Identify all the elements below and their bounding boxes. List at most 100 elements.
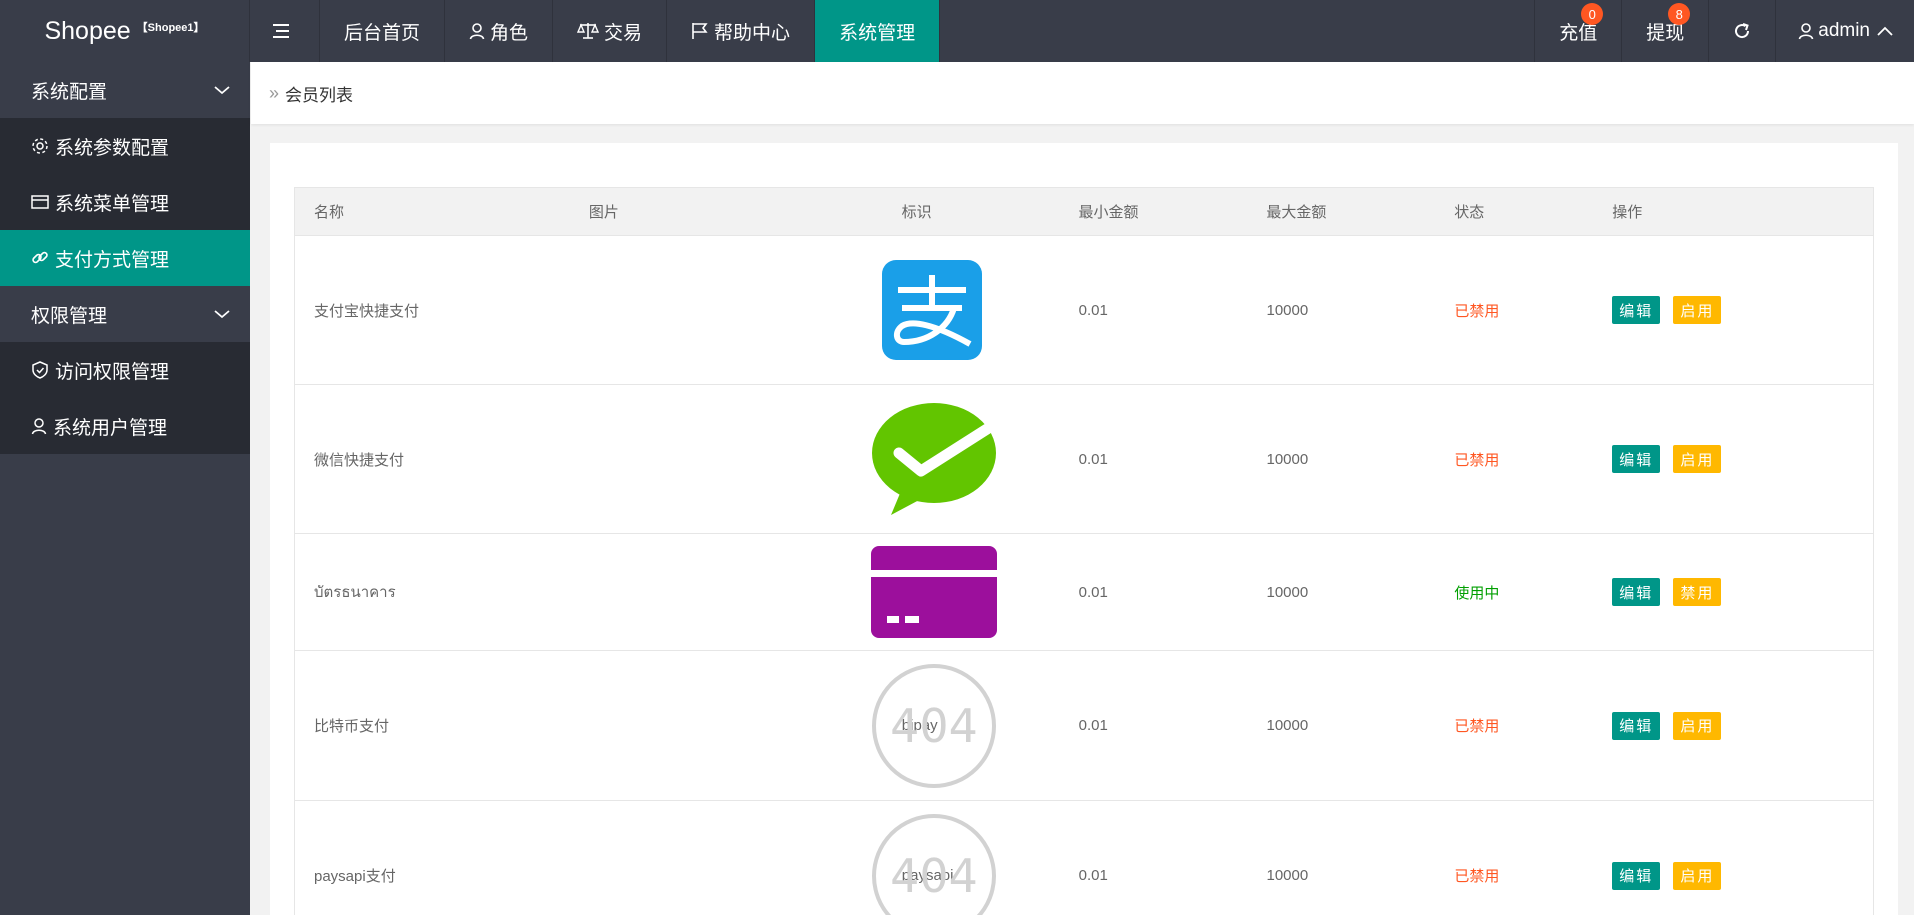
sidebar-item-system-params[interactable]: 系统参数配置 <box>0 118 250 174</box>
edit-button[interactable]: 编辑 <box>1612 578 1661 606</box>
chevron-down-icon <box>214 86 230 95</box>
row-min: 0.01 <box>1078 301 1108 319</box>
sidebar-group-label: 系统配置 <box>31 81 108 103</box>
alipay-icon <box>881 260 982 360</box>
shield-icon <box>32 361 48 379</box>
sidebar-item-menu-management[interactable]: 系统菜单管理 <box>0 174 250 230</box>
row-name: บัตรธนาคาร <box>314 584 396 601</box>
nav-role-label: 角色 <box>490 22 529 44</box>
scale-icon <box>577 23 600 39</box>
withdraw-button[interactable]: 提现 8 <box>1621 0 1708 62</box>
table-row: 支付宝快捷支付 zfb 0.01 10000 已禁用 编辑 启用 <box>295 236 1873 385</box>
row-actions: 编辑 启用 <box>1593 445 1873 473</box>
nav-system[interactable]: 系统管理 <box>815 0 941 62</box>
row-name: 微信快捷支付 <box>314 451 405 469</box>
status-badge: 已禁用 <box>1454 718 1500 735</box>
404-placeholder-icon: 404 <box>871 813 996 915</box>
row-actions: 编辑 启用 <box>1593 861 1873 890</box>
breadcrumb: » 会员列表 <box>251 62 1914 124</box>
refresh-icon <box>1735 23 1750 39</box>
sidebar-item-system-users[interactable]: 系统用户管理 <box>0 398 250 454</box>
edit-button[interactable]: 编辑 <box>1612 861 1661 890</box>
recharge-button[interactable]: 充值 0 <box>1534 0 1621 62</box>
table-row: 微信快捷支付 wx 0.01 10000 已禁用 编辑 启用 <box>295 385 1873 534</box>
nav-help-label: 帮助中心 <box>714 22 791 44</box>
nav-help[interactable]: 帮助中心 <box>667 0 816 62</box>
wechat-icon <box>871 403 996 515</box>
row-name: 支付宝快捷支付 <box>314 302 420 320</box>
nav-home-label: 后台首页 <box>344 22 421 44</box>
nav-role[interactable]: 角色 <box>445 0 554 62</box>
chevron-down-icon <box>214 310 230 319</box>
withdraw-badge: 8 <box>1668 3 1691 25</box>
sidebar-item-label: 支付方式管理 <box>55 249 170 271</box>
brand-tag: 【Shopee1】 <box>136 22 205 34</box>
card-icon <box>870 546 997 638</box>
top-right-nav: 充值 0 提现 8 admin <box>1534 0 1914 62</box>
flag-icon <box>692 23 708 39</box>
recharge-badge: 0 <box>1581 3 1604 25</box>
column-header-max: 最大金额 <box>1266 204 1327 221</box>
nav-home[interactable]: 后台首页 <box>320 0 446 62</box>
column-header-image: 图片 <box>588 204 619 221</box>
row-image: 404 <box>570 813 996 915</box>
column-header-actions: 操作 <box>1612 204 1643 221</box>
placeholder-text: 404 <box>890 849 978 903</box>
row-max: 10000 <box>1266 583 1309 601</box>
gear-icon <box>32 138 48 154</box>
enable-button[interactable]: 启用 <box>1673 711 1722 740</box>
user-icon <box>469 23 485 40</box>
column-header-name: 名称 <box>314 204 345 221</box>
logo[interactable]: Shopee 【Shopee1】 <box>0 0 250 62</box>
nav-system-label: 系统管理 <box>839 22 916 44</box>
row-image <box>570 260 982 360</box>
sidebar-item-label: 系统参数配置 <box>55 137 170 159</box>
table-row: 比特币支付 404 bipay 0.01 10000 已禁用 编辑 启用 <box>295 651 1873 801</box>
sidebar-item-label: 访问权限管理 <box>55 361 170 383</box>
row-actions: 编辑 禁用 <box>1593 578 1873 606</box>
refresh-button[interactable] <box>1708 0 1775 62</box>
window-icon <box>31 195 49 209</box>
sidebar-item-label: 系统用户管理 <box>53 417 168 439</box>
double-chevron-right-icon: » <box>269 82 280 103</box>
enable-button[interactable]: 启用 <box>1673 861 1722 890</box>
sidebar-item-payment-methods[interactable]: 支付方式管理 <box>0 230 250 286</box>
row-actions: 编辑 启用 <box>1593 296 1873 324</box>
payment-methods-table: 名称 图片 标识 最小金额 最大金额 状态 操作 支付宝快捷支付 zfb 0.0… <box>294 187 1874 915</box>
user-icon <box>31 418 47 435</box>
user-icon <box>1798 23 1814 40</box>
disable-button[interactable]: 禁用 <box>1673 578 1722 606</box>
edit-button[interactable]: 编辑 <box>1612 445 1661 473</box>
edit-button[interactable]: 编辑 <box>1612 711 1661 740</box>
404-placeholder-icon: 404 <box>871 663 996 788</box>
chevron-up-icon <box>1877 26 1893 36</box>
user-menu[interactable]: admin <box>1775 0 1914 62</box>
top-header: Shopee 【Shopee1】 后台首页 角色 交易 帮助中心 系统管理 充值… <box>0 0 1914 62</box>
row-min: 0.01 <box>1078 717 1108 734</box>
table-header: 名称 图片 标识 最小金额 最大金额 状态 操作 <box>295 188 1873 236</box>
row-name: paysapi支付 <box>314 868 396 885</box>
breadcrumb-current: 会员列表 <box>285 85 354 105</box>
sidebar-item-access-permissions[interactable]: 访问权限管理 <box>0 342 250 398</box>
row-image <box>570 401 996 517</box>
enable-button[interactable]: 启用 <box>1673 296 1722 324</box>
column-header-status: 状态 <box>1454 204 1485 221</box>
row-max: 10000 <box>1266 450 1309 468</box>
brand-name: Shopee <box>44 16 131 45</box>
sidebar-group-permissions[interactable]: 权限管理 <box>0 286 250 342</box>
nav-trade[interactable]: 交易 <box>553 0 668 62</box>
row-name: 比特币支付 <box>314 718 390 735</box>
sidebar-item-label: 系统菜单管理 <box>55 193 170 215</box>
row-max: 10000 <box>1266 717 1309 734</box>
username: admin <box>1818 20 1870 41</box>
enable-button[interactable]: 启用 <box>1673 445 1722 473</box>
row-image: 404 <box>570 663 996 789</box>
status-badge: 使用中 <box>1454 584 1500 602</box>
menu-toggle-button[interactable] <box>250 0 320 62</box>
edit-button[interactable]: 编辑 <box>1612 296 1661 324</box>
table-row: paysapi支付 404 paysapi 0.01 10000 已禁用 编辑 … <box>295 801 1873 915</box>
sidebar-group-system-config[interactable]: 系统配置 <box>0 62 250 118</box>
hamburger-icon <box>273 24 289 38</box>
sidebar-group-label: 权限管理 <box>31 305 108 327</box>
status-badge: 已禁用 <box>1454 451 1500 469</box>
